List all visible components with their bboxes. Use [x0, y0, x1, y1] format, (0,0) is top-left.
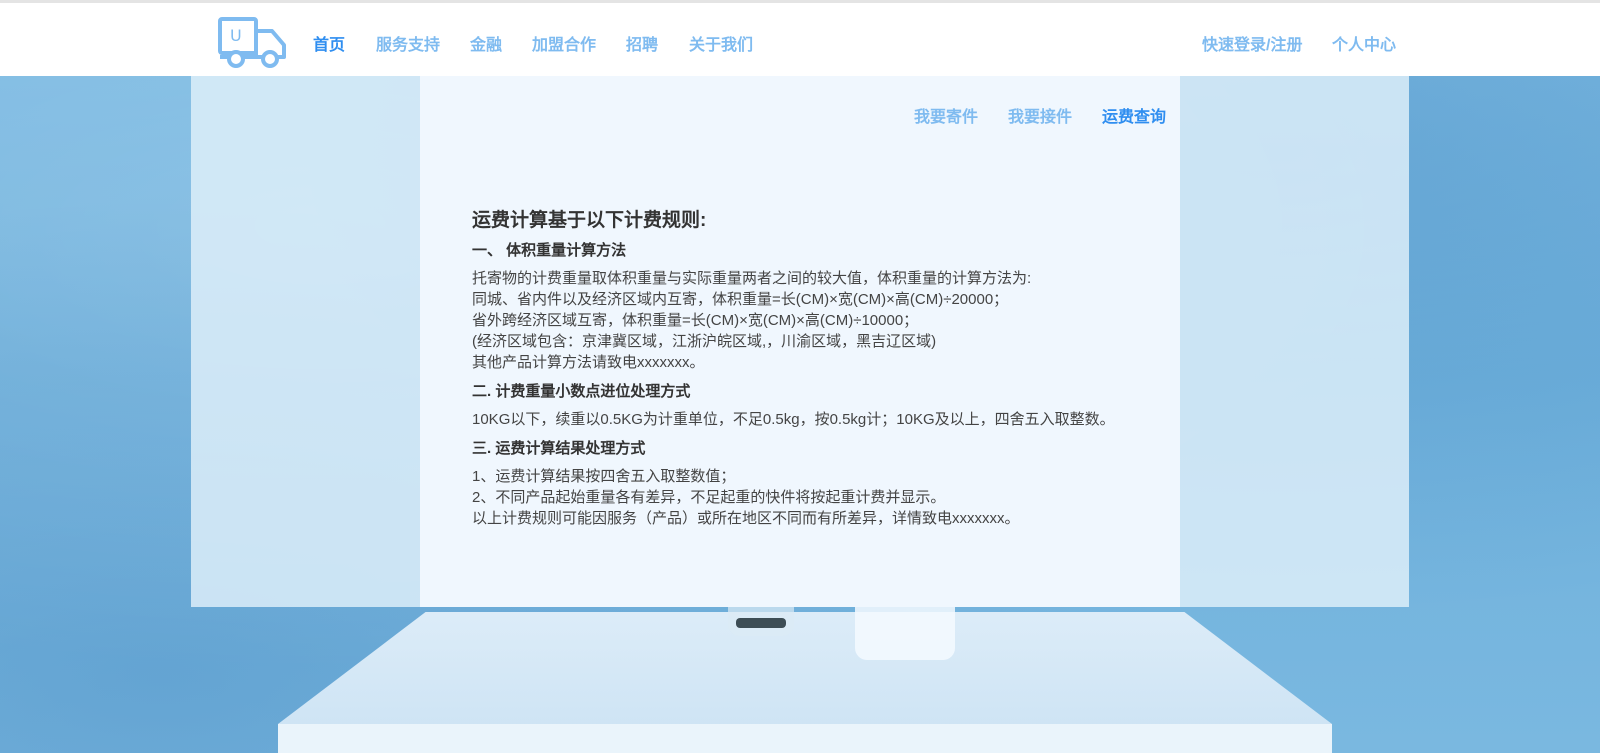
login-register-link[interactable]: 快速登录/注册 [1202, 31, 1302, 55]
rule-line: 10KG以下，续重以0.5KG为计重单位，不足0.5kg，按0.5kg计；10K… [472, 411, 1115, 428]
rule-line: 其他产品计算方法请致电xxxxxxx。 [472, 354, 705, 371]
rule-line: 2、不同产品起始重量各有差异，不足起重的快件将按起重计费并显示。 [472, 489, 946, 506]
nav-finance[interactable]: 金融 [470, 31, 502, 55]
logo-letter: U [230, 26, 242, 45]
rule-line: 以上计费规则可能因服务（产品）或所在地区不同而有所差异，详情致电xxxxxxx。 [472, 510, 1020, 527]
rule-line: 省外跨经济区域互寄，体积重量=长(CM)×宽(CM)×高(CM)÷10000； [472, 312, 919, 329]
subnav-receive-parcel[interactable]: 我要接件 [1008, 103, 1072, 127]
rule-line: 托寄物的计费重量取体积重量与实际重量两者之间的较大值，体积重量的计算方法为: [472, 270, 1032, 287]
user-center-link[interactable]: 个人中心 [1332, 31, 1396, 55]
section-heading: 一、 体积重量计算方法 [472, 242, 627, 259]
background-table-edge [278, 724, 1332, 753]
nav-about-us[interactable]: 关于我们 [689, 31, 753, 55]
subnav-send-parcel[interactable]: 我要寄件 [914, 103, 978, 127]
subnav-freight-query[interactable]: 运费查询 [1102, 103, 1166, 127]
nav-franchise[interactable]: 加盟合作 [532, 31, 596, 55]
background-jar [855, 598, 955, 660]
section-decimal-rounding: 二. 计费重量小数点进位处理方式 10KG以下，续重以0.5KG为计重单位，不足… [472, 381, 1152, 430]
section-heading: 三. 运费计算结果处理方式 [472, 440, 646, 457]
section-volume-weight: 一、 体积重量计算方法 托寄物的计费重量取体积重量与实际重量两者之间的较大值，体… [472, 240, 1152, 373]
rule-line: 1、运费计算结果按四舍五入取整数值； [472, 468, 736, 485]
freight-rules: 运费计算基于以下计费规则: 一、 体积重量计算方法 托寄物的计费重量取体积重量与… [472, 208, 1152, 537]
top-header: U 首页 服务支持 金融 加盟合作 招聘 关于我们 快速登录/注册 个人中心 [0, 0, 1600, 76]
rules-title: 运费计算基于以下计费规则: [472, 210, 707, 231]
nav-recruitment[interactable]: 招聘 [626, 31, 658, 55]
rule-line: (经济区域包含：京津冀区域，江浙沪皖区域,，川渝区域，黑吉辽区域) [472, 333, 937, 350]
section-result-processing: 三. 运费计算结果处理方式 1、运费计算结果按四舍五入取整数值； 2、不同产品起… [472, 438, 1152, 529]
section-heading: 二. 计费重量小数点进位处理方式 [472, 383, 691, 400]
nav-home[interactable]: 首页 [313, 31, 345, 55]
nav-service-support[interactable]: 服务支持 [376, 31, 440, 55]
rule-line: 同城、省内件以及经济区域内互寄，体积重量=长(CM)×宽(CM)×高(CM)÷2… [472, 291, 1009, 308]
truck-logo-icon[interactable]: U [218, 17, 288, 69]
